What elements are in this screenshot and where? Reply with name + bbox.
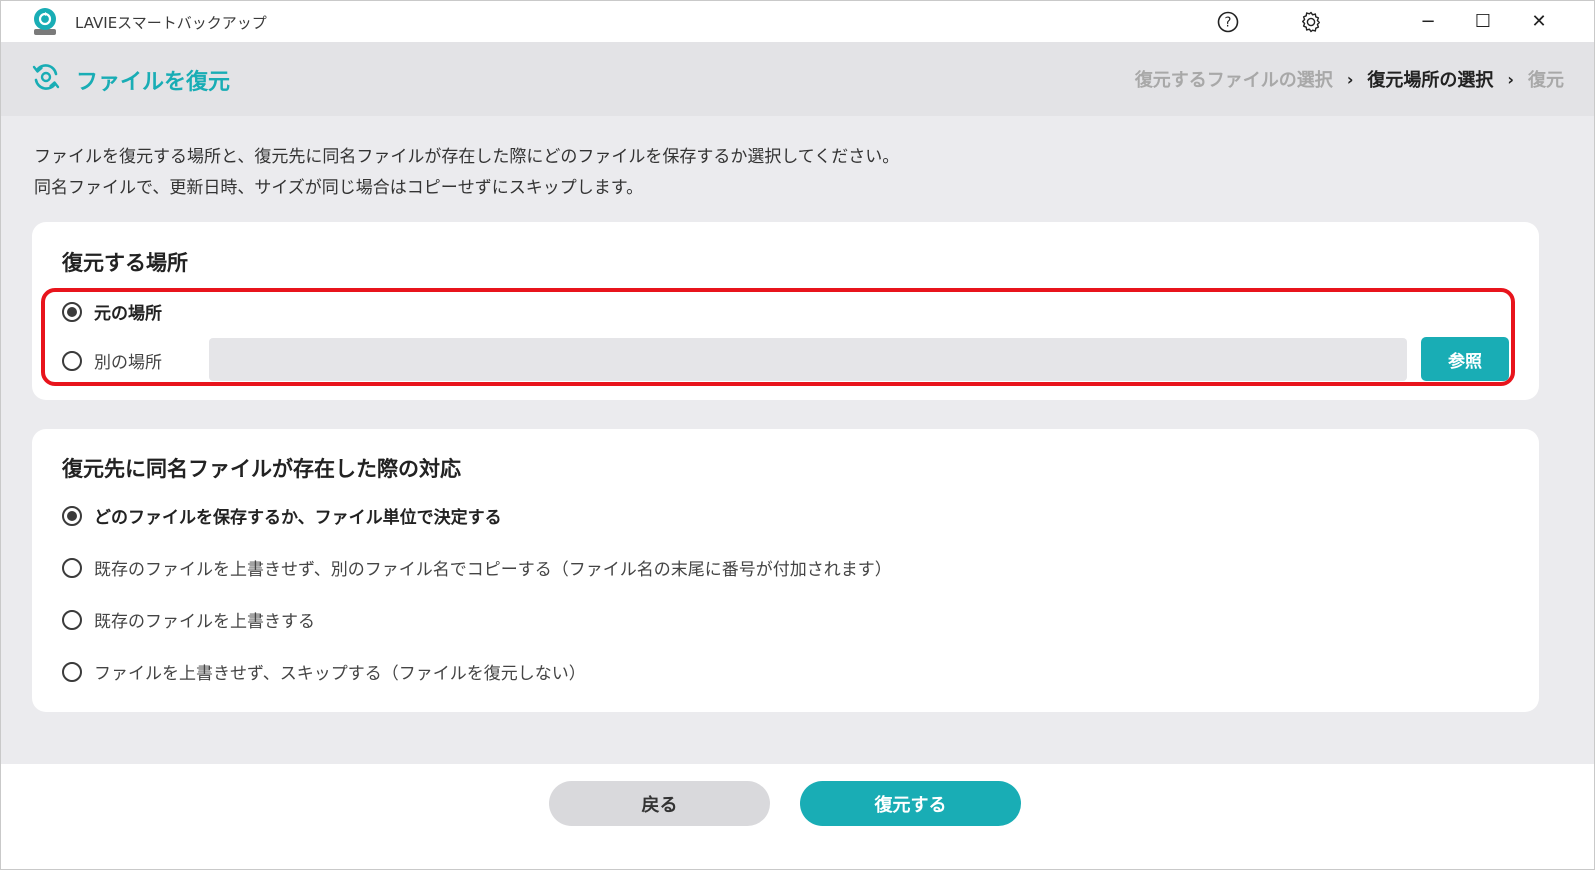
destination-path-input[interactable]: [209, 338, 1407, 381]
settings-button[interactable]: [1298, 9, 1324, 35]
radio-label: ファイルを上書きせず、スキップする（ファイルを復元しない）: [94, 664, 586, 684]
browse-button[interactable]: 参照: [1421, 337, 1509, 381]
radio-label: 既存のファイルを上書きせず、別のファイル名でコピーする（ファイル名の末尾に番号が…: [94, 560, 892, 580]
help-icon: ?: [1217, 11, 1239, 33]
help-button[interactable]: ?: [1215, 9, 1241, 35]
radio-icon: [62, 350, 82, 371]
instruction-line-1: ファイルを復元する場所と、復元先に同名ファイルが存在した際にどのファイルを保存す…: [34, 147, 900, 167]
main-content: ファイルを復元する場所と、復元先に同名ファイルが存在した際にどのファイルを保存す…: [1, 116, 1594, 764]
footer-bar: 戻る 復元する: [1, 764, 1594, 869]
restore-button[interactable]: 復元する: [800, 781, 1021, 826]
radio-label: 別の場所: [94, 353, 162, 373]
radio-overwrite[interactable]: 既存のファイルを上書きする: [62, 607, 315, 632]
instructions: ファイルを復元する場所と、復元先に同名ファイルが存在した際にどのファイルを保存す…: [34, 142, 899, 204]
chevron-right-icon: ›: [1346, 69, 1354, 89]
restore-location-heading: 復元する場所: [62, 251, 188, 275]
title-bar: LAVIEスマートバックアップ ? − ☐ ✕: [1, 1, 1594, 42]
page-title: ファイルを復元: [76, 70, 231, 95]
radio-decide-per-file[interactable]: どのファイルを保存するか、ファイル単位で決定する: [62, 503, 502, 528]
instruction-line-2: 同名ファイルで、更新日時、サイズが同じ場合はコピーせずにスキップします。: [34, 178, 644, 198]
maximize-button[interactable]: ☐: [1463, 7, 1503, 35]
conflict-handling-heading: 復元先に同名ファイルが存在した際の対応: [62, 457, 461, 481]
radio-icon: [62, 557, 82, 578]
minimize-button[interactable]: −: [1408, 7, 1448, 35]
svg-text:?: ?: [1225, 16, 1232, 31]
page-header: ファイルを復元 復元するファイルの選択 › 復元場所の選択 › 復元: [1, 42, 1594, 116]
restore-sync-icon: [31, 62, 61, 92]
conflict-handling-card: 復元先に同名ファイルが存在した際の対応 どのファイルを保存するか、ファイル単位で…: [32, 429, 1539, 712]
radio-skip[interactable]: ファイルを上書きせず、スキップする（ファイルを復元しない）: [62, 659, 586, 684]
breadcrumb: 復元するファイルの選択 › 復元場所の選択 › 復元: [1135, 66, 1564, 92]
gear-icon: [1302, 11, 1320, 33]
radio-label: どのファイルを保存するか、ファイル単位で決定する: [94, 508, 502, 528]
radio-original-location[interactable]: 元の場所: [62, 299, 162, 324]
radio-copy-with-new-name[interactable]: 既存のファイルを上書きせず、別のファイル名でコピーする（ファイル名の末尾に番号が…: [62, 555, 892, 580]
radio-icon: [62, 661, 82, 682]
breadcrumb-step-select-files: 復元するファイルの選択: [1134, 70, 1333, 91]
app-logo-icon: [31, 7, 59, 37]
radio-icon: [62, 609, 82, 630]
radio-icon: [62, 505, 82, 526]
radio-label: 既存のファイルを上書きする: [94, 612, 315, 632]
radio-other-location[interactable]: 別の場所: [62, 348, 162, 373]
chevron-right-icon: ›: [1507, 69, 1514, 89]
app-title: LAVIEスマートバックアップ: [75, 14, 267, 32]
breadcrumb-step-select-location: 復元場所の選択: [1367, 70, 1494, 91]
radio-icon: [62, 301, 82, 322]
back-button[interactable]: 戻る: [549, 781, 770, 826]
radio-label: 元の場所: [94, 304, 162, 324]
close-button[interactable]: ✕: [1519, 7, 1559, 35]
breadcrumb-step-restore: 復元: [1528, 70, 1564, 91]
app-window: LAVIEスマートバックアップ ? − ☐ ✕ ファイルを復元 復元するファイル…: [0, 0, 1595, 870]
restore-location-card: 復元する場所 元の場所 別の場所 参照: [32, 222, 1539, 400]
